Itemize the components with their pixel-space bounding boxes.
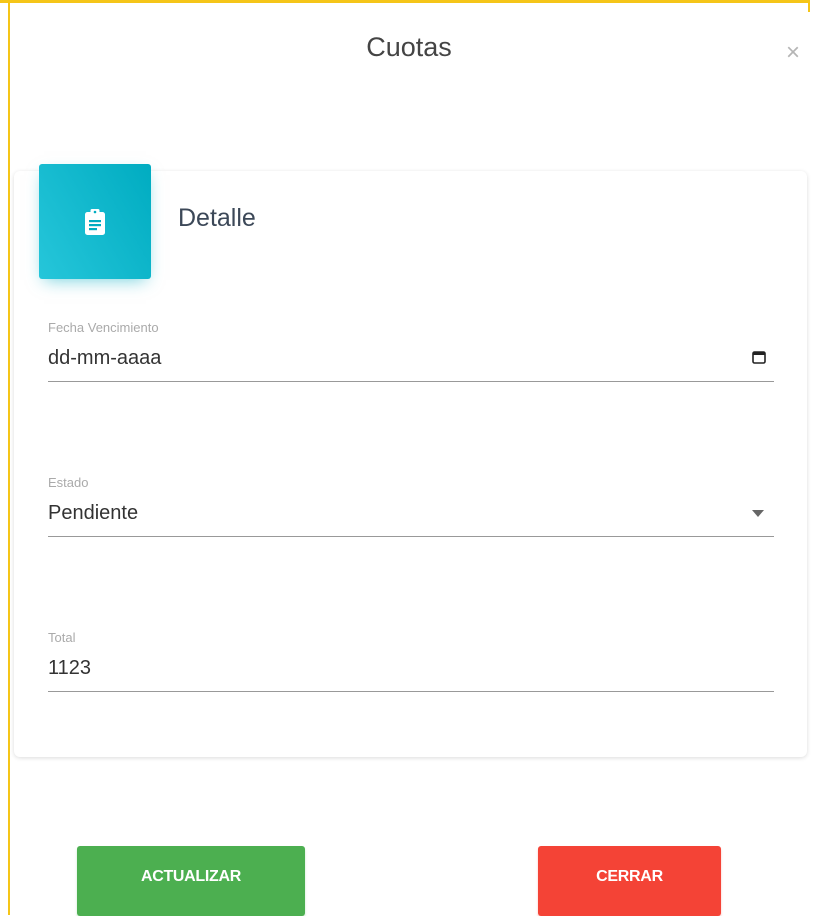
total-input[interactable]: 1123 [48, 656, 774, 692]
close-icon[interactable]: × [780, 40, 806, 66]
card-title: Detalle [178, 204, 256, 232]
fecha-vencimiento-field: Fecha Vencimiento dd-mm-aaaa [48, 320, 774, 382]
estado-selected-value: Pendiente [48, 502, 139, 524]
caret-down-icon[interactable] [752, 510, 764, 517]
modal-frame-left [8, 0, 10, 915]
actualizar-button[interactable]: ACTUALIZAR [77, 846, 305, 916]
estado-label: Estado [48, 475, 89, 490]
calendar-icon[interactable] [752, 350, 766, 364]
total-value: 1123 [48, 657, 92, 679]
detail-card: Detalle Fecha Vencimiento dd-mm-aaaa Est… [14, 164, 807, 757]
modal-title: Cuotas [366, 32, 452, 62]
fecha-vencimiento-input[interactable]: dd-mm-aaaa [48, 346, 774, 382]
total-label: Total [48, 630, 76, 645]
modal-frame-top [0, 0, 810, 3]
estado-field: Estado Pendiente [48, 475, 774, 537]
card-icon-header [39, 164, 151, 279]
fecha-vencimiento-label: Fecha Vencimiento [48, 320, 159, 335]
modal-frame-right [808, 0, 810, 12]
fecha-vencimiento-placeholder: dd-mm-aaaa [48, 347, 162, 369]
estado-select[interactable]: Pendiente [48, 501, 774, 537]
clipboard-icon [85, 208, 105, 235]
total-field: Total 1123 [48, 630, 774, 692]
cerrar-button[interactable]: CERRAR [538, 846, 721, 916]
